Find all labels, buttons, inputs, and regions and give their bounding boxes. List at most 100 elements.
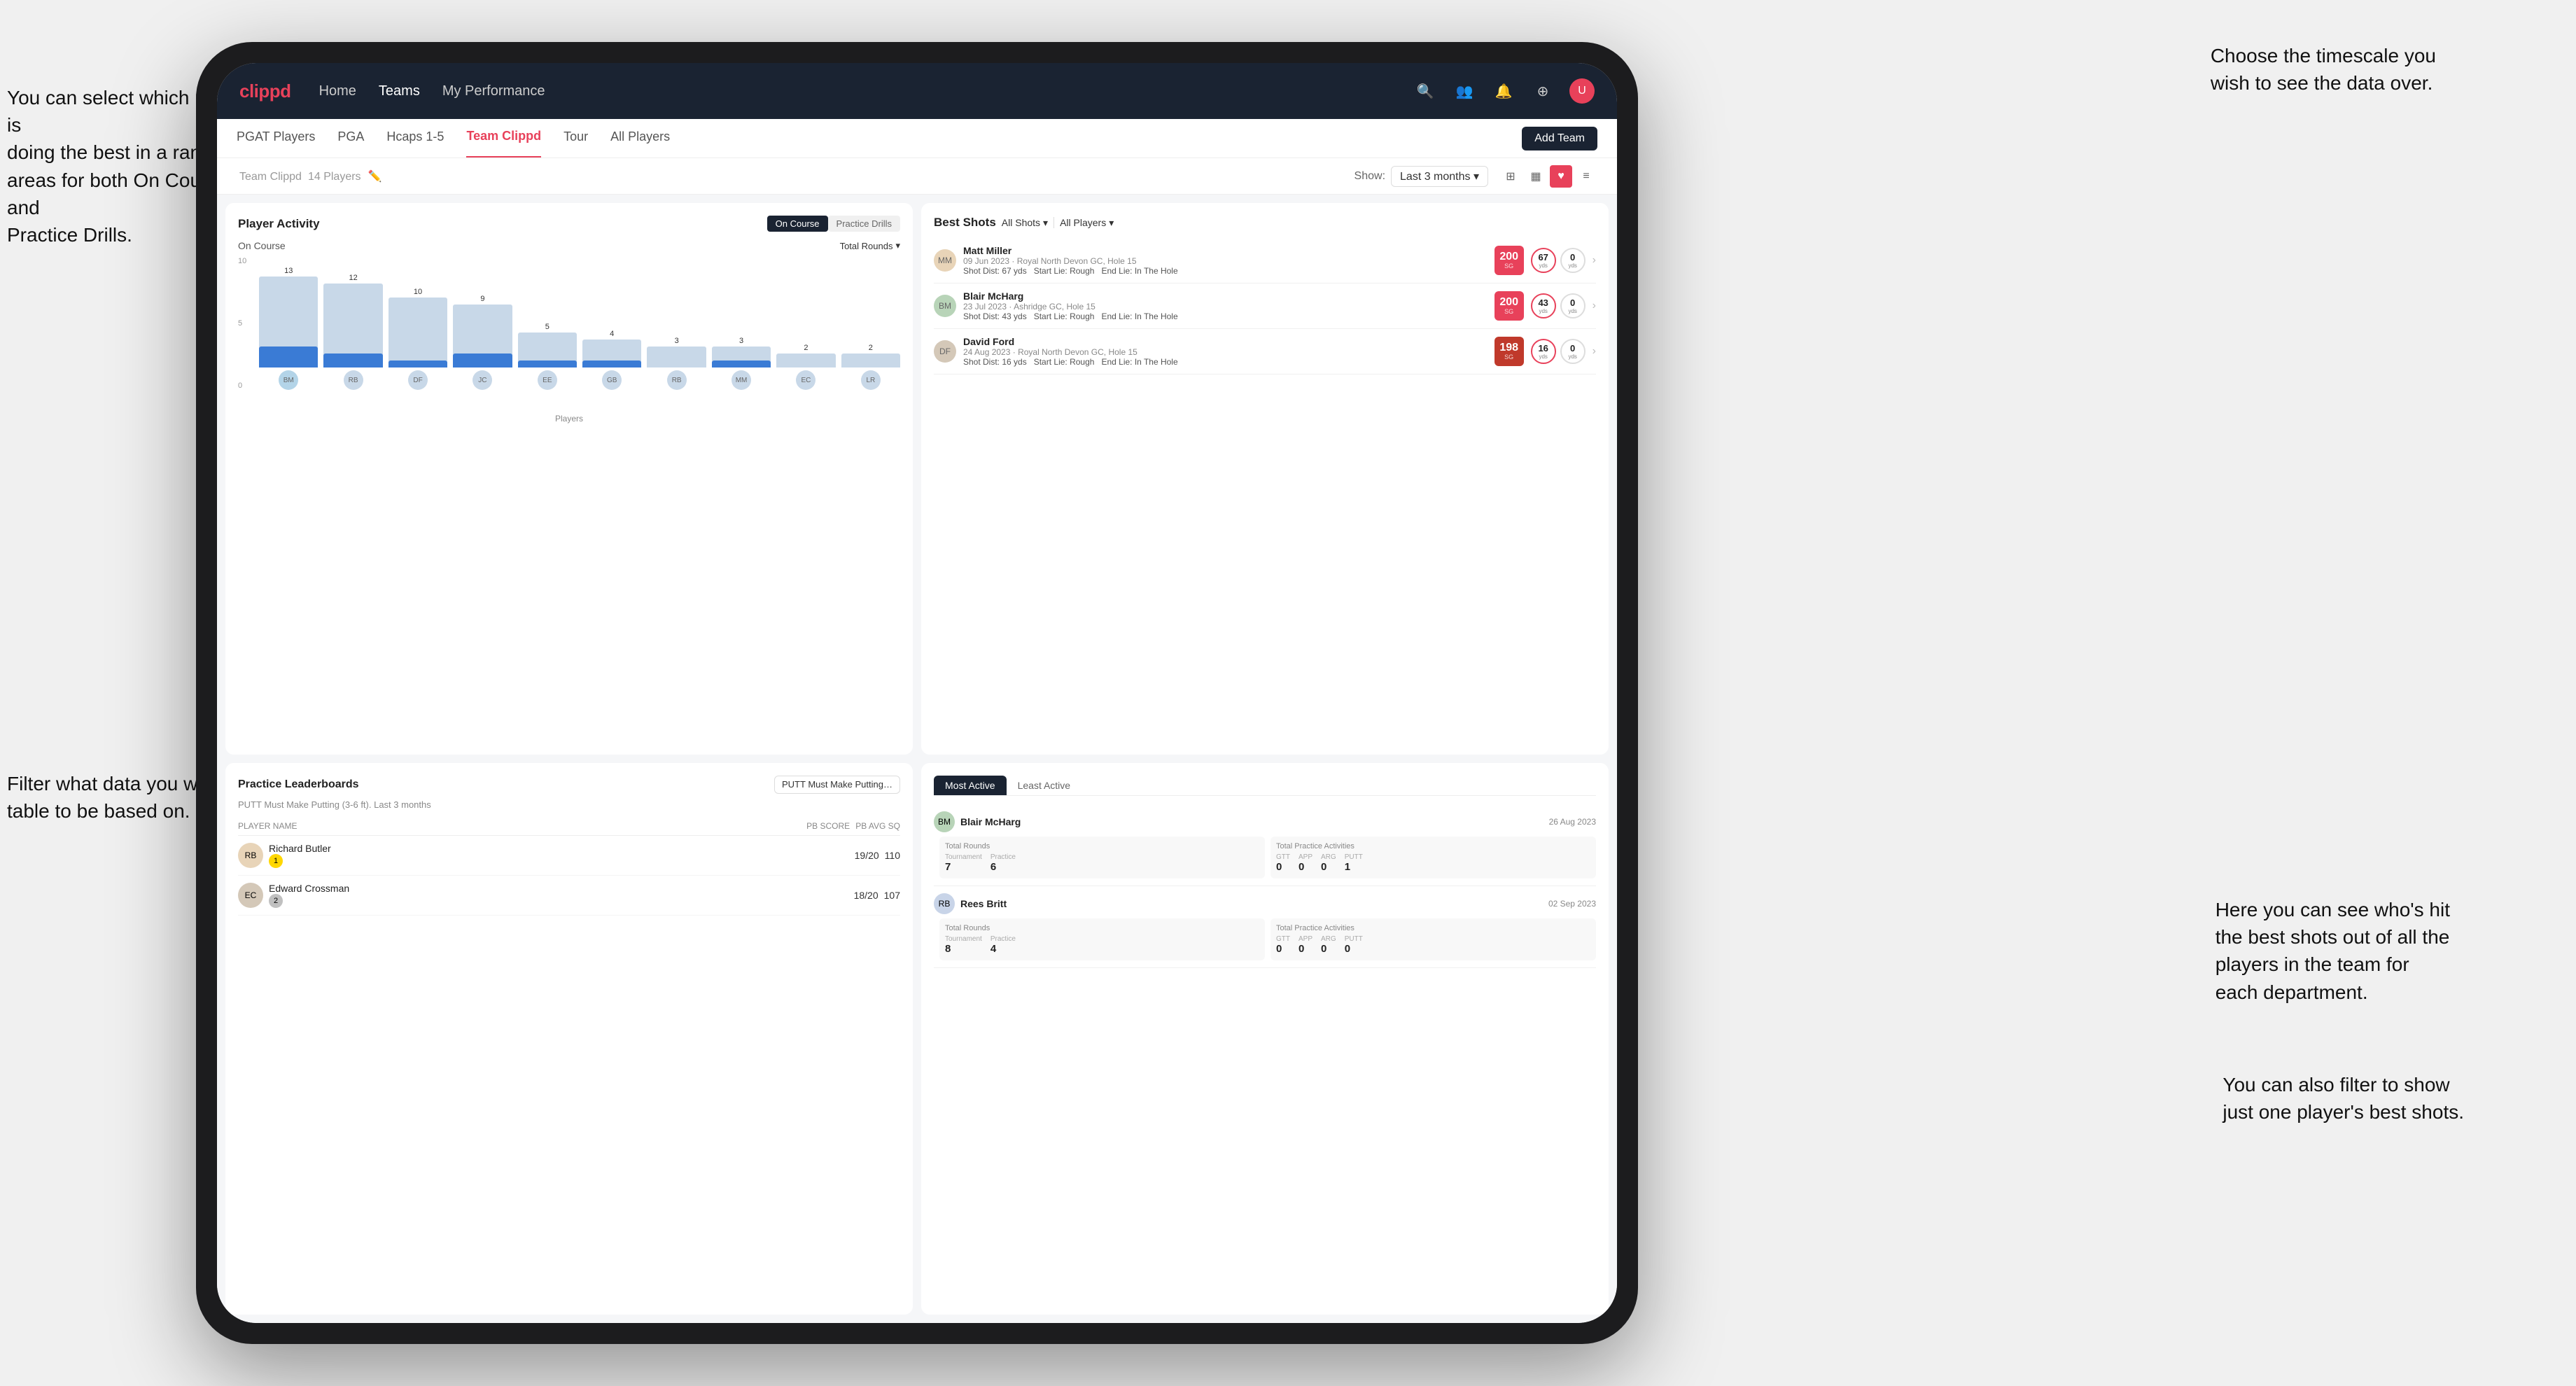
add-team-button[interactable]: Add Team [1522,127,1597,150]
chevron-right-icon-2: › [1592,300,1596,312]
most-active-tab[interactable]: Most Active [934,776,1007,795]
activity-card-header: Player Activity On Course Practice Drill… [238,216,900,232]
nav-teams[interactable]: Teams [379,83,420,99]
sub-nav: PGAT Players PGA Hcaps 1-5 Team Clippd T… [217,119,1617,158]
shot-avatar-2: BM [934,295,956,317]
practice-subtitle: PUTT Must Make Putting (3-6 ft). Last 3 … [238,799,900,810]
active-entry-1: BM Blair McHarg 26 Aug 2023 Total Rounds… [934,804,1596,886]
shot-badge-1: 200 SG [1494,246,1524,275]
filter-view-button[interactable]: ≡ [1575,165,1597,188]
show-dropdown[interactable]: Last 3 months ▾ [1391,166,1488,187]
active-top-2: RB Rees Britt 02 Sep 2023 [934,893,1596,914]
bar-6: 4 GB [582,257,641,390]
bar-chart: 13 BM 12 [259,257,900,411]
nav-icons: 🔍 👥 🔔 ⊕ U [1413,78,1595,104]
practice-dropdown[interactable]: PUTT Must Make Putting ... ▾ [774,776,900,794]
lb-player-1: RB Richard Butler 1 [238,843,849,868]
tab-hcaps[interactable]: Hcaps 1-5 [386,119,444,158]
tab-tour[interactable]: Tour [564,119,588,158]
practice-title: Practice Leaderboards [238,778,359,791]
active-tabs: Most Active Least Active [934,776,1596,796]
chevron-right-icon-3: › [1592,345,1596,358]
team-header: Team Clippd 14 Players ✏️ Show: Last 3 m… [217,158,1617,195]
team-name: Team Clippd 14 Players [237,169,361,183]
chart-dropdown[interactable]: Total Rounds ▾ [840,240,900,251]
top-nav: clippd Home Teams My Performance 🔍 👥 🔔 ⊕… [217,63,1617,119]
most-active-card: Most Active Least Active BM Blair McHarg… [921,763,1609,1315]
annotation-filter-player: You can also filter to show just one pla… [2222,1071,2464,1126]
list-view-button[interactable]: ♥ [1550,165,1572,188]
shot-entry-1[interactable]: MM Matt Miller 09 Jun 2023 · Royal North… [934,238,1596,284]
practice-header: Practice Leaderboards PUTT Must Make Put… [238,776,900,794]
lb-avatar-1: RB [238,843,263,868]
player-activity-card: Player Activity On Course Practice Drill… [225,203,913,755]
logo: clippd [239,80,291,102]
tab-pgat[interactable]: PGAT Players [237,119,315,158]
shot-info-2: Blair McHarg 23 Jul 2023 · Ashridge GC, … [963,290,1488,321]
bar-9: 2 EC [776,257,835,390]
shot-avatar-3: DF [934,340,956,363]
bar-4: 9 JC [453,257,512,390]
people-icon[interactable]: 👥 [1452,78,1477,104]
nav-performance[interactable]: My Performance [442,83,545,99]
lb-player-2: EC Edward Crossman 2 [238,883,848,908]
tablet-screen: clippd Home Teams My Performance 🔍 👥 🔔 ⊕… [217,63,1617,1323]
main-content: Player Activity On Course Practice Drill… [217,195,1617,1323]
leaderboard-row-2[interactable]: EC Edward Crossman 2 18/20 107 [238,876,900,916]
leaderboard-header: PLAYER NAME PB SCORE PB AVG SQ [238,817,900,836]
active-avatar-2: RB [934,893,955,914]
edit-icon[interactable]: ✏️ [368,169,382,183]
shot-badge-2: 200 SG [1494,291,1524,321]
grid-view-button[interactable]: ⊞ [1499,165,1522,188]
chart-controls: On Course Total Rounds ▾ [238,240,900,251]
tab-team-clippd[interactable]: Team Clippd [466,119,541,158]
bell-icon[interactable]: 🔔 [1491,78,1516,104]
all-players-filter[interactable]: All Players ▾ [1060,217,1114,229]
shot-info-3: David Ford 24 Aug 2023 · Royal North Dev… [963,336,1488,367]
annotation-best-shots: Here you can see who's hit the best shot… [2216,896,2450,1006]
on-course-toggle[interactable]: On Course [767,216,828,232]
leaderboard-row-1[interactable]: RB Richard Butler 1 19/20 110 [238,836,900,876]
bar-3: 10 DF [388,257,447,390]
active-top-1: BM Blair McHarg 26 Aug 2023 [934,811,1596,832]
show-label: Show: [1354,170,1385,183]
practice-drills-toggle[interactable]: Practice Drills [828,216,900,232]
shot-entry-2[interactable]: BM Blair McHarg 23 Jul 2023 · Ashridge G… [934,284,1596,329]
bar-10: 2 LR [841,257,900,390]
search-icon[interactable]: 🔍 [1413,78,1438,104]
active-stats-1: Total Rounds Tournament 7 Practice 6 [934,836,1596,878]
tab-pga[interactable]: PGA [337,119,364,158]
all-shots-filter[interactable]: All Shots ▾ [1002,217,1048,229]
add-circle-icon[interactable]: ⊕ [1530,78,1555,104]
shot-info-1: Matt Miller 09 Jun 2023 · Royal North De… [963,245,1488,276]
bar-5: 5 EE [518,257,577,390]
nav-home[interactable]: Home [319,83,356,99]
y-axis: 0 5 10 [238,257,259,411]
shot-stats-1: 67 yds 0 yds [1531,248,1586,273]
card-view-button[interactable]: ▦ [1525,165,1547,188]
shot-stats-2: 43 yds 0 yds [1531,293,1586,318]
active-entry-2: RB Rees Britt 02 Sep 2023 Total Rounds T… [934,886,1596,968]
least-active-tab[interactable]: Least Active [1007,776,1082,795]
best-shots-card: Best Shots All Shots ▾ All Players ▾ MM … [921,203,1609,755]
bar-1: 13 BM [259,257,318,390]
view-icons: ⊞ ▦ ♥ ≡ [1499,165,1597,188]
activity-toggle: On Course Practice Drills [767,216,900,232]
shot-avatar-1: MM [934,249,956,272]
chevron-right-icon: › [1592,254,1596,267]
chart-area: On Course Total Rounds ▾ 0 5 10 [238,240,900,436]
tablet-frame: clippd Home Teams My Performance 🔍 👥 🔔 ⊕… [196,42,1638,1344]
practice-leaderboards-card: Practice Leaderboards PUTT Must Make Put… [225,763,913,1315]
shot-stats-3: 16 yds 0 yds [1531,339,1586,364]
bar-2: 12 RB [323,257,382,390]
shot-entry-3[interactable]: DF David Ford 24 Aug 2023 · Royal North … [934,329,1596,374]
chart-section-label: On Course [238,240,286,251]
bar-7: 3 RB [647,257,706,390]
x-axis-label: Players [238,414,900,424]
tab-all-players[interactable]: All Players [610,119,670,158]
bar-8: 3 MM [712,257,771,390]
activity-title: Player Activity [238,217,320,231]
avatar[interactable]: U [1569,78,1595,104]
active-avatar-1: BM [934,811,955,832]
lb-avatar-2: EC [238,883,263,908]
